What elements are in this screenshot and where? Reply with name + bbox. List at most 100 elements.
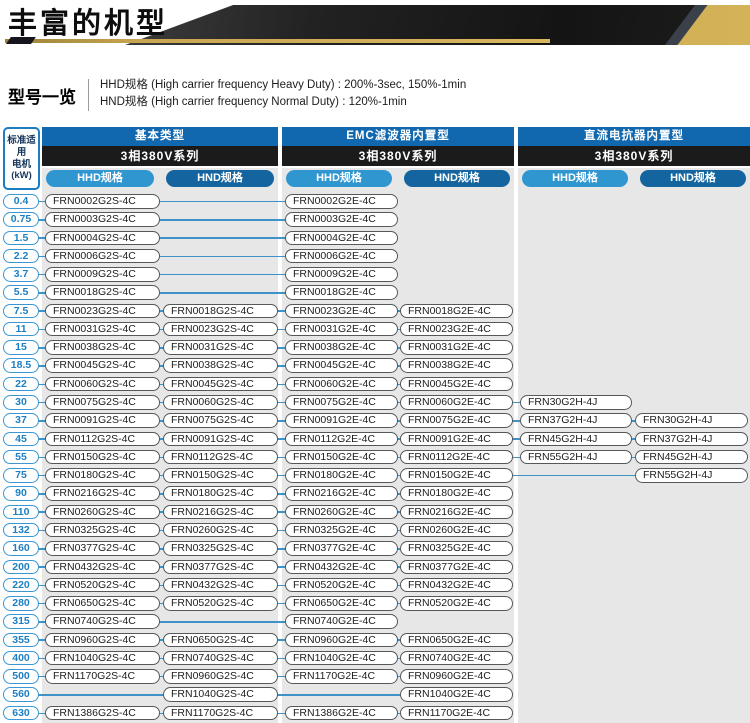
kw-pill: 0.75	[3, 212, 39, 227]
group-emc-title: EMC滤波器内置型	[282, 127, 514, 146]
kw-header-line: 标准适用	[5, 135, 38, 159]
kw-pill: 160	[3, 541, 39, 556]
kw-pill: 37	[3, 413, 39, 428]
model-pill: FRN0031G2S-4C	[45, 322, 160, 337]
model-pill: FRN0216G2S-4C	[45, 486, 160, 501]
section-divider	[88, 79, 89, 111]
model-pill: FRN0377G2S-4C	[163, 560, 278, 575]
model-pill: FRN0150G2E-4C	[285, 450, 398, 465]
catalog-page: 丰富的机型 型号一览 HHD规格 (High carrier frequency…	[0, 0, 750, 723]
model-pill: FRN0038G2E-4C	[400, 358, 513, 373]
kw-column-header: 标准适用 电机 (kW)	[3, 127, 40, 190]
model-pill: FRN45G2H-4J	[635, 450, 748, 465]
model-pill: FRN0060G2E-4C	[285, 377, 398, 392]
section-title: 型号一览	[8, 83, 76, 108]
kw-pill: 90	[3, 486, 39, 501]
model-pill: FRN45G2H-4J	[520, 432, 632, 447]
model-table: 标准适用 电机 (kW) 基本类型 3相380V系列 HHD规格 HND规格 E…	[0, 126, 750, 723]
kw-pill: 7.5	[3, 304, 39, 319]
kw-pill: 630	[3, 706, 39, 721]
model-pill: FRN0520G2S-4C	[163, 596, 278, 611]
model-pill: FRN0740G2S-4C	[45, 614, 160, 629]
kw-pill: 110	[3, 505, 39, 520]
connector-line	[157, 274, 288, 276]
group-basic-title: 基本类型	[42, 127, 278, 146]
model-pill: FRN0060G2S-4C	[163, 395, 278, 410]
model-pill: FRN0009G2E-4C	[285, 267, 398, 282]
model-pill: FRN0432G2S-4C	[163, 578, 278, 593]
model-pill: FRN0075G2E-4C	[400, 413, 513, 428]
kw-header-line: (kW)	[11, 170, 32, 182]
hhd-header-pill: HHD规格	[522, 170, 628, 187]
group-dc-series: 3相380V系列	[518, 146, 750, 166]
model-pill: FRN1040G2E-4C	[400, 687, 513, 702]
model-pill: FRN0180G2E-4C	[400, 486, 513, 501]
model-pill: FRN0031G2E-4C	[400, 340, 513, 355]
kw-pill: 355	[3, 633, 39, 648]
connector-line	[157, 237, 288, 239]
group-basic-series: 3相380V系列	[42, 146, 278, 166]
model-pill: FRN0377G2E-4C	[285, 541, 398, 556]
model-pill: FRN0003G2S-4C	[45, 212, 160, 227]
kw-pill: 220	[3, 578, 39, 593]
connector-line	[157, 292, 288, 294]
model-pill: FRN0325G2S-4C	[45, 523, 160, 538]
model-pill: FRN0112G2S-4C	[45, 432, 160, 447]
model-pill: FRN1386G2S-4C	[45, 706, 160, 721]
hnd-header-pill: HND规格	[640, 170, 746, 187]
page-header: 丰富的机型	[0, 0, 750, 52]
model-pill: FRN0520G2E-4C	[400, 596, 513, 611]
model-pill: FRN0006G2E-4C	[285, 249, 398, 264]
model-pill: FRN0006G2S-4C	[45, 249, 160, 264]
connector-line	[157, 256, 288, 258]
kw-pill: 132	[3, 523, 39, 538]
model-pill: FRN0045G2S-4C	[163, 377, 278, 392]
spec-lines: HHD规格 (High carrier frequency Heavy Duty…	[100, 77, 466, 111]
model-pill: FRN1040G2S-4C	[45, 651, 160, 666]
model-pill: FRN0004G2S-4C	[45, 231, 160, 246]
hhd-header-pill: HHD规格	[46, 170, 154, 187]
model-pill: FRN0520G2E-4C	[285, 578, 398, 593]
kw-pill: 22	[3, 377, 39, 392]
model-pill: FRN0075G2E-4C	[285, 395, 398, 410]
model-pill: FRN0038G2S-4C	[45, 340, 160, 355]
model-pill: FRN1170G2S-4C	[45, 669, 160, 684]
connector-line	[157, 219, 288, 221]
model-pill: FRN0650G2S-4C	[45, 596, 160, 611]
model-pill: FRN0023G2S-4C	[45, 304, 160, 319]
model-pill: FRN0003G2E-4C	[285, 212, 398, 227]
model-pill: FRN0018G2S-4C	[163, 304, 278, 319]
model-pill: FRN0377G2S-4C	[45, 541, 160, 556]
page-title: 丰富的机型	[8, 0, 168, 42]
connector-line	[157, 621, 288, 623]
model-pill: FRN0650G2E-4C	[285, 596, 398, 611]
model-pill: FRN37G2H-4J	[520, 413, 632, 428]
model-pill: FRN0045G2E-4C	[400, 377, 513, 392]
model-pill: FRN0023G2E-4C	[400, 322, 513, 337]
connector-line	[510, 475, 638, 477]
kw-pill: 5.5	[3, 285, 39, 300]
model-pill: FRN0031G2S-4C	[163, 340, 278, 355]
kw-pill: 315	[3, 614, 39, 629]
model-pill: FRN0091G2E-4C	[400, 432, 513, 447]
model-pill: FRN0009G2S-4C	[45, 267, 160, 282]
model-pill: FRN0520G2S-4C	[45, 578, 160, 593]
model-pill: FRN0432G2E-4C	[285, 560, 398, 575]
kw-pill: 560	[3, 687, 39, 702]
model-pill: FRN0325G2S-4C	[163, 541, 278, 556]
hnd-spec-line: HND规格 (High carrier frequency Normal Dut…	[100, 94, 466, 111]
model-pill: FRN30G2H-4J	[635, 413, 748, 428]
model-pill: FRN0045G2E-4C	[285, 358, 398, 373]
model-pill: FRN0740G2E-4C	[285, 614, 398, 629]
model-pill: FRN0325G2E-4C	[285, 523, 398, 538]
kw-pill: 3.7	[3, 267, 39, 282]
model-pill: FRN0023G2S-4C	[163, 322, 278, 337]
model-pill: FRN0091G2S-4C	[163, 432, 278, 447]
model-pill: FRN0960G2S-4C	[45, 633, 160, 648]
model-pill: FRN0018G2E-4C	[285, 285, 398, 300]
kw-pill: 400	[3, 651, 39, 666]
kw-pill: 280	[3, 596, 39, 611]
model-pill: FRN0023G2E-4C	[285, 304, 398, 319]
kw-pill: 500	[3, 669, 39, 684]
model-pill: FRN0216G2E-4C	[400, 505, 513, 520]
